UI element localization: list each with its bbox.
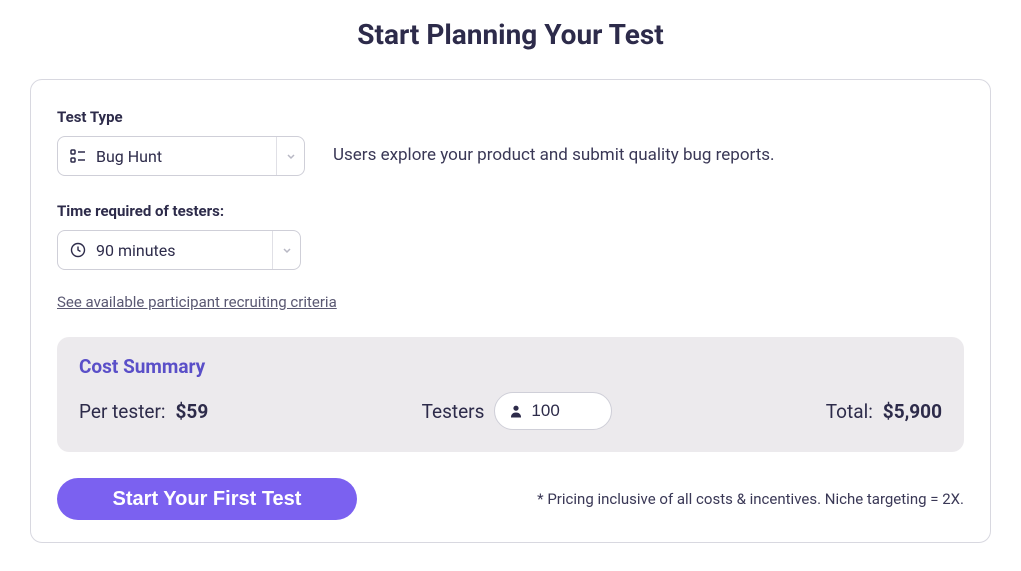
testers-input[interactable] — [531, 401, 591, 421]
cost-summary-title: Cost Summary — [79, 355, 942, 378]
total-value: $5,900 — [883, 400, 942, 423]
time-field: Time required of testers: 90 minutes — [57, 202, 964, 270]
total-label: Total: — [826, 400, 873, 423]
person-icon — [509, 404, 523, 418]
chevron-down-icon — [272, 231, 300, 269]
chevron-down-icon — [276, 137, 304, 175]
testers-input-wrap — [494, 392, 612, 430]
list-icon — [70, 148, 86, 164]
clock-icon — [70, 242, 86, 258]
cost-summary-box: Cost Summary Per tester: $59 Testers — [57, 337, 964, 452]
time-select[interactable]: 90 minutes — [57, 230, 301, 270]
pricing-disclaimer: * Pricing inclusive of all costs & incen… — [537, 490, 964, 508]
page-title: Start Planning Your Test — [0, 0, 1021, 79]
per-tester-value: $59 — [176, 400, 209, 423]
recruiting-criteria-link[interactable]: See available participant recruiting cri… — [57, 293, 337, 311]
total-group: Total: $5,900 — [826, 400, 942, 423]
start-test-button[interactable]: Start Your First Test — [57, 478, 357, 520]
testers-group: Testers — [422, 392, 613, 430]
test-type-field: Test Type Bug Hunt — [57, 108, 305, 176]
per-tester-label: Per tester: — [79, 400, 166, 423]
per-tester-group: Per tester: $59 — [79, 400, 208, 423]
time-value: 90 minutes — [96, 241, 176, 260]
test-type-select[interactable]: Bug Hunt — [57, 136, 305, 176]
time-label: Time required of testers: — [57, 202, 964, 220]
test-type-description: Users explore your product and submit qu… — [333, 145, 775, 165]
testers-label: Testers — [422, 400, 485, 423]
planning-panel: Test Type Bug Hunt — [30, 79, 991, 543]
test-type-value: Bug Hunt — [96, 147, 162, 166]
test-type-label: Test Type — [57, 108, 305, 126]
